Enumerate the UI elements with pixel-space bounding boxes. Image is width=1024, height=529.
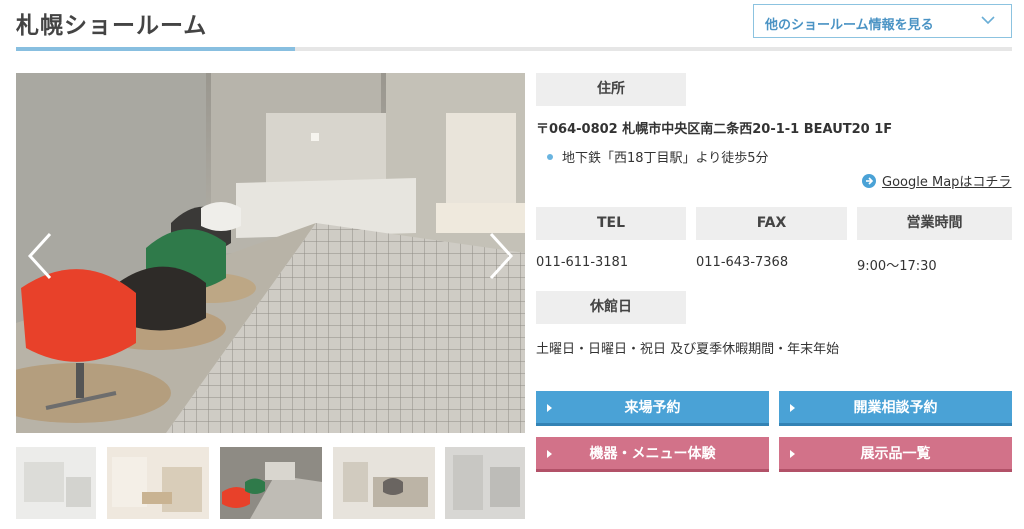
address-label: 住所	[536, 73, 686, 106]
title-divider-accent	[16, 47, 295, 51]
exhibit-list-button[interactable]: 展示品一覧	[779, 437, 1012, 472]
caret-right-icon	[790, 404, 795, 412]
google-map-link-text: Google Mapはコチラ	[882, 175, 1012, 190]
showroom-interior-image	[16, 73, 525, 433]
fax-label: FAX	[696, 207, 847, 240]
thumbnail-5[interactable]	[445, 447, 525, 519]
thumbnail-1[interactable]	[16, 447, 96, 519]
caret-right-icon	[790, 450, 795, 458]
hours-value: 9:00〜17:30	[857, 259, 937, 274]
exhibit-list-label: 展示品一覧	[860, 446, 931, 462]
visit-reservation-label: 来場予約	[624, 400, 681, 416]
other-showrooms-dropdown[interactable]: 他のショールーム情報を見る	[753, 4, 1012, 38]
arrow-circle-icon	[862, 174, 876, 188]
equipment-menu-trial-label: 機器・メニュー体験	[589, 446, 716, 462]
opening-consultation-button[interactable]: 開業相談予約	[779, 391, 1012, 426]
access-item: 地下鉄「西18丁目駅」より徒歩5分	[547, 147, 769, 166]
previous-photo-arrow[interactable]	[26, 231, 56, 281]
caret-right-icon	[547, 450, 552, 458]
access-text: 地下鉄「西18丁目駅」より徒歩5分	[562, 151, 769, 166]
thumbnail-strip	[16, 447, 525, 519]
chevron-down-icon	[981, 16, 995, 25]
tel-label: TEL	[536, 207, 686, 240]
page-title: 札幌ショールーム	[16, 13, 208, 39]
equipment-menu-trial-button[interactable]: 機器・メニュー体験	[536, 437, 769, 472]
caret-right-icon	[547, 404, 552, 412]
next-photo-arrow[interactable]	[485, 231, 515, 281]
bullet-icon	[547, 153, 553, 160]
tel-value: 011-611-3181	[536, 255, 629, 270]
closed-days-value: 土曜日・日曜日・祝日 及び夏季休暇期間・年末年始	[536, 342, 840, 357]
closed-days-label: 休館日	[536, 291, 686, 324]
thumbnail-3-active[interactable]	[220, 447, 322, 519]
fax-value: 011-643-7368	[696, 255, 789, 270]
thumbnail-2[interactable]	[107, 447, 209, 519]
visit-reservation-button[interactable]: 来場予約	[536, 391, 769, 426]
showroom-photo	[16, 73, 525, 433]
opening-consultation-label: 開業相談予約	[853, 400, 938, 416]
google-map-link[interactable]: Google Mapはコチラ	[862, 171, 1011, 190]
thumbnail-4[interactable]	[333, 447, 435, 519]
other-showrooms-label: 他のショールーム情報を見る	[765, 18, 934, 33]
address-text: 〒064-0802 札幌市中央区南二条西20-1-1 BEAUT20 1F	[536, 122, 893, 137]
hours-label: 営業時間	[857, 207, 1012, 240]
